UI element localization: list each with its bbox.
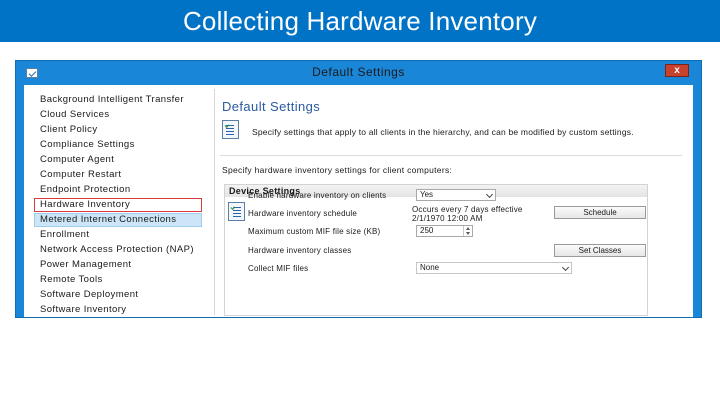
sidebar-item-computer-agent[interactable]: Computer Agent bbox=[34, 153, 202, 167]
mif-size-stepper[interactable]: 250 bbox=[416, 225, 473, 237]
slide-title-bar: Collecting Hardware Inventory bbox=[0, 0, 720, 42]
enable-inventory-value: Yes bbox=[420, 190, 434, 199]
main-description: Specify settings that apply to all clien… bbox=[252, 127, 634, 137]
sidebar-item-hardware-inventory[interactable]: Hardware Inventory bbox=[34, 198, 202, 212]
enable-inventory-label: Enable hardware inventory on clients bbox=[248, 191, 387, 200]
mif-size-value: 250 bbox=[420, 226, 434, 235]
collect-mif-select[interactable]: None bbox=[416, 262, 572, 274]
sidebar-item-software-inventory[interactable]: Software Inventory bbox=[34, 303, 202, 317]
inventory-schedule-label: Hardware inventory schedule bbox=[248, 209, 358, 218]
settings-document-icon bbox=[222, 120, 239, 139]
sidebar-item-background-intelligent-transfer[interactable]: Background Intelligent Transfer bbox=[34, 93, 202, 107]
inventory-classes-label: Hardware inventory classes bbox=[248, 246, 352, 255]
sidebar-item-remote-tools[interactable]: Remote Tools bbox=[34, 273, 202, 287]
sidebar-item-compliance-settings[interactable]: Compliance Settings bbox=[34, 138, 202, 152]
sidebar-item-computer-restart[interactable]: Computer Restart bbox=[34, 168, 202, 182]
slide-title: Collecting Hardware Inventory bbox=[182, 6, 538, 36]
set-classes-button[interactable]: Set Classes bbox=[554, 244, 646, 257]
schedule-button[interactable]: Schedule bbox=[554, 206, 646, 219]
sidebar-item-cloud-services[interactable]: Cloud Services bbox=[34, 108, 202, 122]
device-settings-icon bbox=[228, 202, 245, 221]
chevron-down-icon bbox=[561, 263, 570, 272]
close-button[interactable]: x bbox=[665, 64, 689, 77]
main-heading: Default Settings bbox=[222, 99, 321, 114]
settings-main-panel: Default Settings Specify settings that a… bbox=[220, 85, 690, 317]
spin-arrows-icon[interactable] bbox=[463, 226, 472, 236]
main-divider bbox=[220, 155, 682, 156]
sidebar-item-power-management[interactable]: Power Management bbox=[34, 258, 202, 272]
collect-mif-value: None bbox=[420, 263, 440, 272]
window-content: Background Intelligent Transfer Cloud Se… bbox=[24, 85, 693, 317]
window-title: Default Settings bbox=[312, 65, 405, 79]
enable-inventory-select[interactable]: Yes bbox=[416, 189, 496, 201]
sidebar-item-enrollment[interactable]: Enrollment bbox=[34, 228, 202, 242]
chevron-down-icon bbox=[485, 190, 494, 199]
sidebar-item-client-policy[interactable]: Client Policy bbox=[34, 123, 202, 137]
schedule-line-2: 2/1/1970 12:00 AM bbox=[412, 213, 483, 223]
sidebar-divider bbox=[214, 89, 215, 315]
sidebar-item-metered-internet-connections[interactable]: Metered Internet Connections bbox=[34, 213, 202, 227]
sidebar-item-endpoint-protection[interactable]: Endpoint Protection bbox=[34, 183, 202, 197]
collect-mif-label: Collect MIF files bbox=[248, 264, 309, 273]
mif-size-label: Maximum custom MIF file size (KB) bbox=[248, 227, 381, 236]
sidebar-item-software-deployment[interactable]: Software Deployment bbox=[34, 288, 202, 302]
sidebar-item-network-access-protection[interactable]: Network Access Protection (NAP) bbox=[34, 243, 202, 257]
specify-text: Specify hardware inventory settings for … bbox=[222, 165, 453, 175]
settings-sidebar: Background Intelligent Transfer Cloud Se… bbox=[34, 93, 212, 317]
inventory-schedule-value: Occurs every 7 days effective 2/1/1970 1… bbox=[412, 205, 523, 223]
settings-window: Default Settings x Background Intelligen… bbox=[15, 60, 702, 318]
